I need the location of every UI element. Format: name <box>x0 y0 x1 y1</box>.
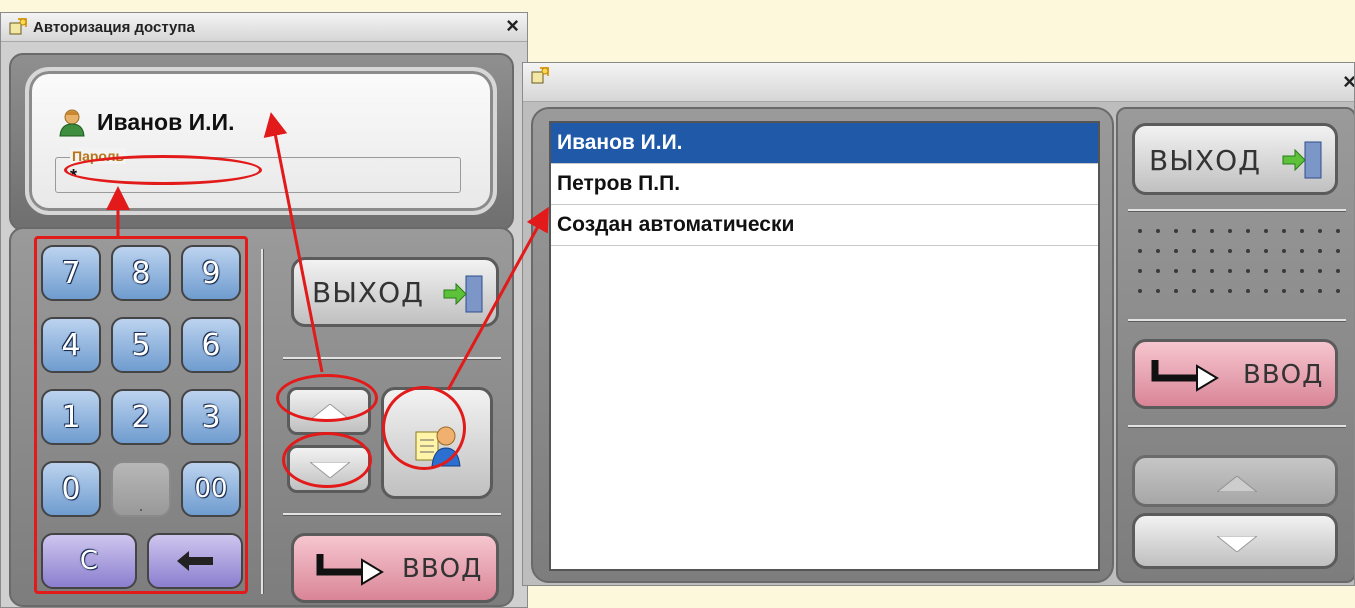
exit-label: ВЫХОД <box>1149 144 1262 177</box>
grille-dot <box>1336 229 1340 233</box>
list-item[interactable]: Иванов И.И. <box>551 123 1098 164</box>
grille-dot <box>1156 269 1160 273</box>
vertical-divider <box>261 249 264 594</box>
grille-dot <box>1210 249 1214 253</box>
current-user-name: Иванов И.И. <box>97 109 235 135</box>
grille-dot <box>1318 229 1322 233</box>
divider <box>1128 209 1346 212</box>
exit-door-icon <box>443 275 483 313</box>
annotation-down-ellipse <box>282 432 372 488</box>
enter-arrow-icon <box>316 554 384 586</box>
grille-dot <box>1264 229 1268 233</box>
list-item[interactable]: Петров П.П. <box>551 164 1098 205</box>
grille-dot <box>1282 229 1286 233</box>
grille-dot <box>1336 249 1340 253</box>
grille-dot <box>1282 249 1286 253</box>
grille-dot <box>1138 249 1142 253</box>
exit-door-icon <box>1282 141 1322 179</box>
grille-dot <box>1192 249 1196 253</box>
titlebar: × <box>523 63 1354 102</box>
grille-dot <box>1210 269 1214 273</box>
app-icon <box>531 67 549 84</box>
grille-dot <box>1138 269 1142 273</box>
grille-dot <box>1156 229 1160 233</box>
grille-dot <box>1228 289 1232 293</box>
grille-dot <box>1138 229 1142 233</box>
divider <box>283 513 501 516</box>
grille-dot <box>1192 229 1196 233</box>
grille-dot <box>1156 289 1160 293</box>
grille-dot <box>1156 249 1160 253</box>
up-button[interactable] <box>1132 455 1338 507</box>
grille-dot <box>1192 289 1196 293</box>
user-display: Иванов И.И. Пароль * <box>25 67 497 215</box>
grille-dot <box>1228 249 1232 253</box>
grille-dot <box>1336 269 1340 273</box>
list-item[interactable]: Создан автоматически <box>551 205 1098 246</box>
grille-dot <box>1246 249 1250 253</box>
grille-dot <box>1246 269 1250 273</box>
app-icon <box>9 18 27 35</box>
grille-dot <box>1192 269 1196 273</box>
enter-label: ВВОД <box>402 554 483 584</box>
user-list[interactable]: Иванов И.И. Петров П.П. Создан автоматич… <box>549 121 1100 571</box>
enter-arrow-icon <box>1151 360 1219 392</box>
divider <box>1128 425 1346 428</box>
window-title: Авторизация доступа <box>33 19 195 36</box>
grille-dot <box>1246 229 1250 233</box>
grille-dot <box>1174 289 1178 293</box>
annotation-up-ellipse <box>276 374 378 422</box>
grille-dot <box>1336 289 1340 293</box>
grille-dot <box>1174 249 1178 253</box>
grille-dot <box>1300 289 1304 293</box>
exit-label: ВЫХОД <box>312 276 425 309</box>
grille-dot <box>1264 249 1268 253</box>
titlebar: Авторизация доступа × <box>1 13 527 42</box>
grille-dot <box>1300 249 1304 253</box>
grille-dot <box>1138 289 1142 293</box>
grille-dot <box>1264 269 1268 273</box>
speaker-grille <box>1138 229 1340 293</box>
divider <box>283 357 501 360</box>
triangle-down-icon <box>1217 536 1257 552</box>
down-button[interactable] <box>1132 513 1338 569</box>
exit-button[interactable]: ВЫХОД <box>291 257 499 327</box>
grille-dot <box>1174 269 1178 273</box>
grille-dot <box>1228 229 1232 233</box>
grille-dot <box>1210 229 1214 233</box>
enter-button[interactable]: ВВОД <box>1132 339 1338 409</box>
user-icon <box>59 109 85 137</box>
close-button[interactable]: × <box>1343 71 1354 93</box>
grille-dot <box>1264 289 1268 293</box>
grille-dot <box>1318 269 1322 273</box>
user-list-panel: Иванов И.И. Петров П.П. Создан автоматич… <box>531 107 1114 583</box>
user-select-window: × Иванов И.И. Петров П.П. Создан автомат… <box>522 62 1355 586</box>
grille-dot <box>1300 229 1304 233</box>
user-display-panel: Иванов И.И. Пароль * <box>9 53 514 231</box>
side-controls-panel: ВЫХОД ВВОД <box>1116 107 1354 583</box>
enter-label: ВВОД <box>1243 360 1324 390</box>
exit-button[interactable]: ВЫХОД <box>1132 123 1338 195</box>
grille-dot <box>1210 289 1214 293</box>
grille-dot <box>1318 289 1322 293</box>
grille-dot <box>1300 269 1304 273</box>
grille-dot <box>1246 289 1250 293</box>
enter-button[interactable]: ВВОД <box>291 533 499 603</box>
grille-dot <box>1174 229 1178 233</box>
divider <box>1128 319 1346 322</box>
annotation-userlist-circle <box>382 386 466 470</box>
annotation-password-ellipse <box>64 155 262 185</box>
grille-dot <box>1228 269 1232 273</box>
triangle-up-icon <box>1217 476 1257 492</box>
annotation-keypad-frame <box>34 236 248 594</box>
grille-dot <box>1282 289 1286 293</box>
close-button[interactable]: × <box>506 15 519 37</box>
grille-dot <box>1282 269 1286 273</box>
grille-dot <box>1318 249 1322 253</box>
